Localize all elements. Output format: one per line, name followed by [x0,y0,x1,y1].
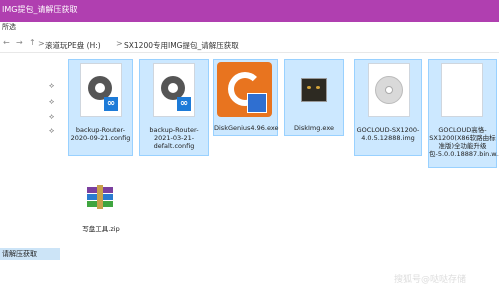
file-item[interactable]: GOCLOUD高恪-SX1200(X86软路由标准版)全功能升级包-5.0.0.… [428,59,499,168]
breadcrumb-separator: > [116,39,123,48]
up-arrow-icon[interactable]: ↑ [29,38,36,47]
pin-icon[interactable]: ⟡ [49,112,54,122]
config-file-icon: ∞ [153,63,195,117]
window-title: IMG提包_请解压获取 [2,5,78,14]
window-titlebar: IMG提包_请解压获取 [0,0,499,22]
file-item[interactable]: 写盘工具.zip [70,176,132,240]
sidebar-item-label: 请解压获取 [2,250,37,258]
sidebar-item-selected[interactable]: 请解压获取 [0,248,60,260]
breadcrumb-folder[interactable]: SX1200专用IMG提包_请解压获取 [124,40,239,51]
file-name: GOCLOUD-SX1200-4.0.5.12888.img [356,126,420,142]
config-file-icon: ∞ [80,63,122,117]
back-arrow-icon[interactable]: ← [3,38,10,47]
diskgenius-icon [217,62,272,117]
watermark: 搜狐号@哒哒存储 [394,275,467,285]
file-name: backup-Router-2021-03-21-defalt.config [149,126,199,150]
toolbar: 所选 [0,22,499,33]
forward-arrow-icon[interactable]: → [16,38,23,47]
document-icon [441,63,483,117]
file-item[interactable]: ∞ backup-Router-2021-03-21-defalt.config [139,59,209,156]
file-name: backup-Router-2020-09-21.config [70,126,131,142]
zip-archive-icon [85,183,115,213]
disc-image-icon [368,63,410,117]
file-item[interactable]: DiskGenius4.96.exe [213,59,279,136]
breadcrumb-drive[interactable]: 滚道玩PE盘 (H:) [45,40,101,51]
file-name: DiskImg.exe [294,124,334,132]
pin-icon[interactable]: ⟡ [49,81,54,91]
breadcrumb-separator: > [38,39,45,48]
pin-icon[interactable]: ⟡ [49,97,54,107]
file-name: 写盘工具.zip [82,225,120,233]
file-item[interactable]: DiskImg.exe [284,59,344,136]
file-name: GOCLOUD高恪-SX1200(X86软路由标准版)全功能升级包-5.0.0.… [429,126,499,158]
address-bar[interactable]: ← → ↑ > 滚道玩PE盘 (H:) > SX1200专用IMG提包_请解压获… [0,36,499,53]
cat-exe-icon [301,78,327,102]
file-item[interactable]: ∞ backup-Router-2020-09-21.config [68,59,133,156]
file-name: DiskGenius4.96.exe [214,124,279,132]
pin-icon[interactable]: ⟡ [49,126,54,136]
file-item[interactable]: GOCLOUD-SX1200-4.0.5.12888.img [354,59,422,156]
toolbar-label[interactable]: 所选 [2,22,16,32]
